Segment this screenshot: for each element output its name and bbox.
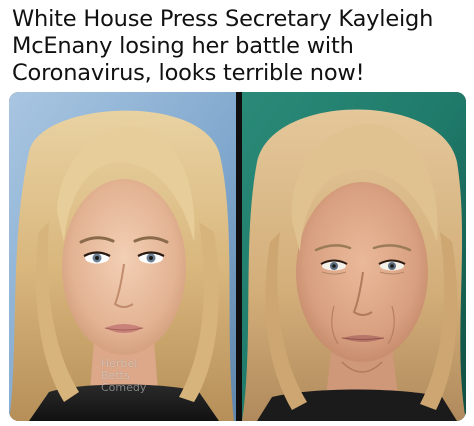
right-portrait-photo	[242, 92, 466, 421]
right-portrait-image	[242, 92, 466, 421]
caption-line-1: White House Press Secretary Kayleigh	[12, 6, 434, 32]
photo-comparison: Herbel Betts Comedy	[9, 92, 466, 421]
watermark-line-3: Comedy	[101, 381, 147, 394]
meme-caption: White House Press Secretary Kayleigh McE…	[12, 6, 467, 87]
caption-line-3: Coronavirus, looks terrible now!	[12, 60, 365, 86]
left-portrait-photo: Herbel Betts Comedy	[9, 92, 236, 421]
watermark: Herbel Betts Comedy	[101, 358, 146, 394]
caption-line-2: McEnany losing her battle with	[12, 33, 354, 59]
